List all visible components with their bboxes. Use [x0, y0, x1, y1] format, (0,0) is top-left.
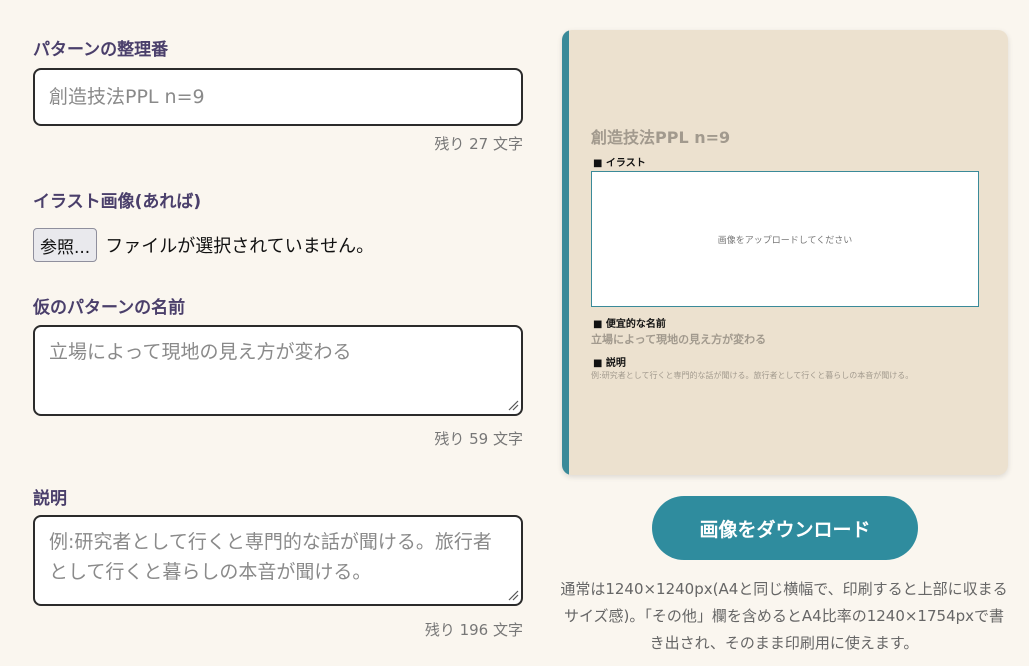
- preview-accent-bar: [562, 30, 569, 475]
- description-counter: 残り 196 文字: [424, 621, 523, 639]
- pattern-number-counter: 残り 27 文字: [434, 135, 523, 153]
- pattern-number-input[interactable]: [33, 68, 523, 126]
- preview-image-placeholder: 画像をアップロードしてください: [591, 171, 979, 307]
- export-size-note: 通常は1240×1240px(A4と同じ横幅で、印刷すると上部に収まるサイズ感)…: [560, 580, 1008, 652]
- preview-card: 創造技法PPL n=9 ■ イラスト 画像をアップロードしてください ■ 便宜的…: [562, 30, 1008, 475]
- resize-grip-icon[interactable]: [507, 399, 519, 411]
- description-label: 説明: [33, 489, 67, 509]
- preview-name-heading: ■ 便宜的な名前: [593, 319, 666, 330]
- illustration-file-picker: 参照... ファイルが選択されていません。: [33, 227, 374, 263]
- browse-button[interactable]: 参照...: [33, 228, 98, 262]
- preview-title: 創造技法PPL n=9: [591, 128, 731, 147]
- preview-illustration-heading: ■ イラスト: [593, 158, 646, 169]
- temp-name-counter: 残り 59 文字: [434, 430, 523, 448]
- preview-description-heading: ■ 説明: [593, 358, 626, 369]
- pattern-number-label: パターンの整理番: [33, 40, 169, 60]
- preview-image-text: 画像をアップロードしてください: [717, 235, 853, 246]
- preview-description-text: 例:研究者として行くと専門的な話が聞ける。旅行者として行くと暮らしの本音が聞ける…: [591, 371, 914, 380]
- temp-name-label: 仮のパターンの名前: [33, 298, 186, 318]
- download-image-button[interactable]: 画像をダウンロード: [652, 496, 918, 560]
- file-status: ファイルが選択されていません。: [105, 236, 375, 257]
- description-textarea[interactable]: [33, 515, 523, 606]
- illustration-label: イラスト画像(あれば): [33, 192, 202, 212]
- preview-name-text: 立場によって現地の見え方が変わる: [591, 333, 767, 346]
- temp-name-textarea[interactable]: [33, 325, 523, 416]
- resize-grip-icon[interactable]: [507, 589, 519, 601]
